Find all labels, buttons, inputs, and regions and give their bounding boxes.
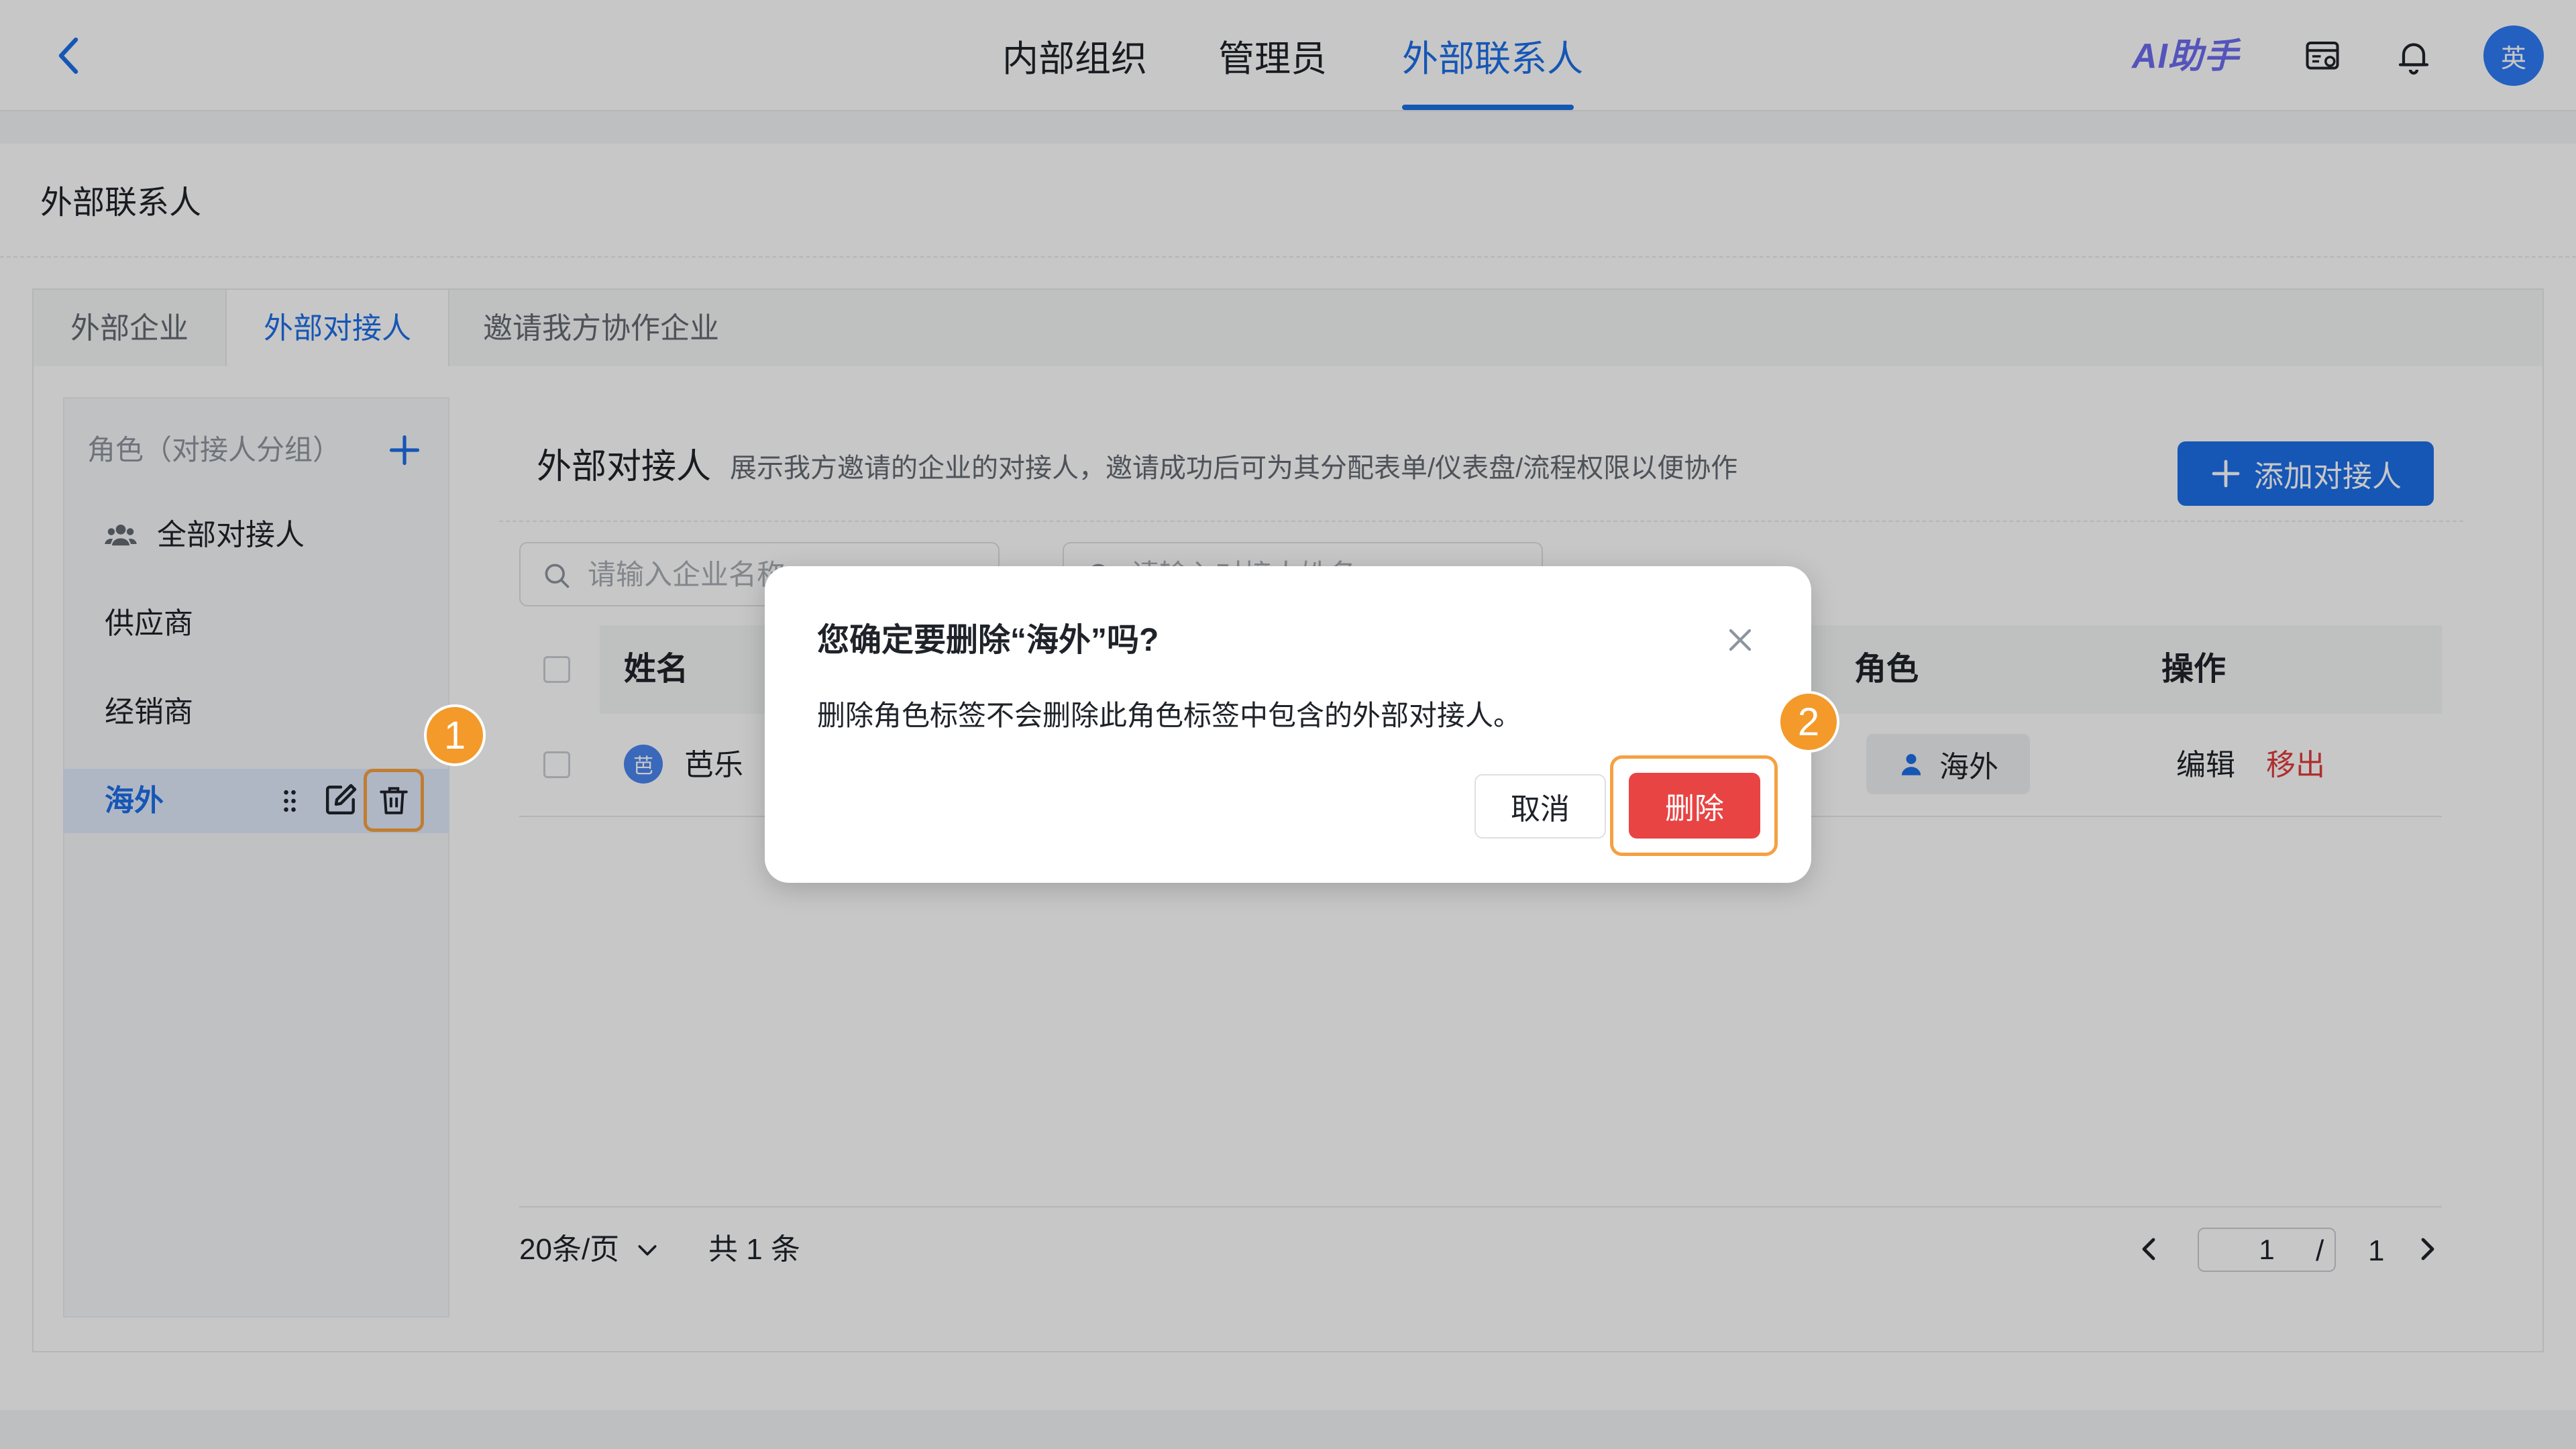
step-marker-2: 2 bbox=[1778, 691, 1839, 753]
dialog-title: 您确定要删除“海外”吗? bbox=[817, 623, 1159, 658]
step-marker-1: 1 bbox=[424, 704, 486, 766]
cancel-button[interactable]: 取消 bbox=[1474, 774, 1606, 839]
dialog-message: 删除角色标签不会删除此角色标签中包含的外部对接人。 bbox=[817, 700, 1522, 731]
confirm-delete-button[interactable]: 删除 bbox=[1629, 773, 1760, 839]
close-icon[interactable] bbox=[1721, 621, 1759, 659]
